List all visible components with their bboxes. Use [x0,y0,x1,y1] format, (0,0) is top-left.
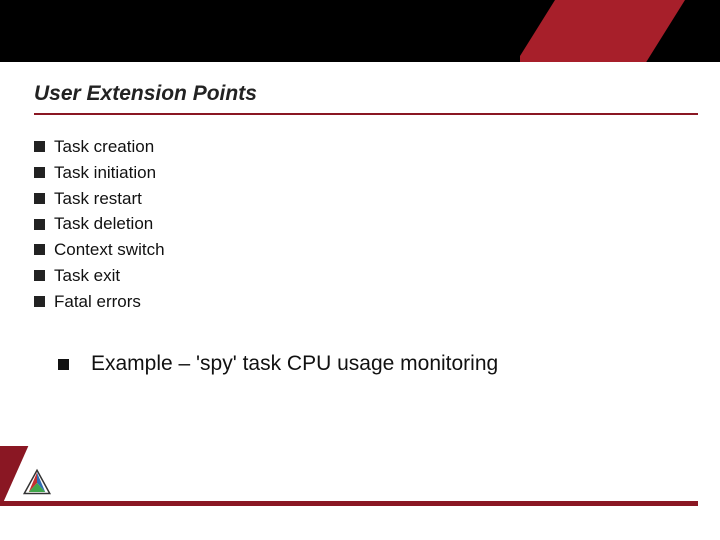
bullet-list: Task creation Task initiation Task resta… [34,136,686,316]
square-bullet-icon [34,193,45,204]
square-bullet-icon [34,296,45,307]
list-item: Task deletion [34,213,686,235]
bullet-text: Task deletion [54,213,153,235]
list-item: Task restart [34,188,686,210]
square-bullet-icon [34,270,45,281]
footer-bar [0,501,698,506]
header-bar [0,0,720,62]
bullet-text: Task exit [54,265,120,287]
sub-bullet-text: Example – 'spy' task CPU usage monitorin… [91,352,498,376]
slide-title: User Extension Points [34,82,257,106]
sub-bullet-row: Example – 'spy' task CPU usage monitorin… [58,352,498,376]
bullet-text: Context switch [54,239,165,261]
title-underline [34,113,698,115]
square-bullet-icon [34,244,45,255]
list-item: Task creation [34,136,686,158]
bullet-text: Task restart [54,188,142,210]
square-bullet-icon [34,219,45,230]
bullet-text: Fatal errors [54,291,141,313]
bullet-text: Task creation [54,136,154,158]
list-item: Task exit [34,265,686,287]
square-bullet-icon [58,359,69,370]
list-item: Task initiation [34,162,686,184]
triangle-logo-icon [22,468,52,498]
square-bullet-icon [34,167,45,178]
list-item: Context switch [34,239,686,261]
list-item: Fatal errors [34,291,686,313]
square-bullet-icon [34,141,45,152]
bullet-text: Task initiation [54,162,156,184]
header-accent [520,0,720,62]
